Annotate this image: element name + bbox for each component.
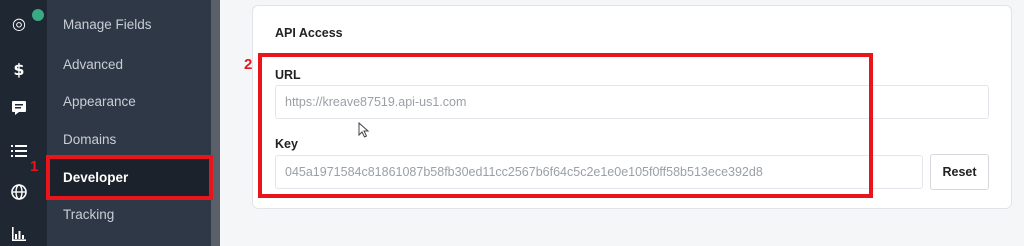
card-title: API Access bbox=[275, 26, 343, 40]
sidebar-item-domains[interactable]: Domains bbox=[47, 121, 211, 159]
chat-icon[interactable] bbox=[8, 97, 30, 119]
globe-icon[interactable] bbox=[8, 181, 30, 203]
bar-chart-icon[interactable] bbox=[8, 223, 30, 245]
dollar-icon[interactable]: $ bbox=[8, 58, 30, 80]
sidebar-item-appearance[interactable]: Appearance bbox=[47, 83, 211, 121]
status-dot-icon bbox=[30, 7, 46, 23]
annotation-marker-2: 2 bbox=[244, 56, 253, 73]
settings-sidebar: Manage Fields Advanced Appearance Domain… bbox=[47, 0, 211, 246]
sidebar-item-advanced[interactable]: Advanced bbox=[47, 46, 211, 84]
annotation-box-developer bbox=[46, 155, 213, 200]
target-icon[interactable]: ◎ bbox=[8, 12, 30, 34]
sidebar-scrollbar[interactable] bbox=[211, 0, 220, 246]
list-icon[interactable] bbox=[8, 140, 30, 162]
annotation-marker-1: 1 bbox=[30, 158, 39, 175]
annotation-box-api bbox=[258, 53, 873, 198]
sidebar-item-tracking[interactable]: Tracking bbox=[47, 196, 211, 234]
sidebar-item-manage-fields[interactable]: Manage Fields bbox=[47, 6, 211, 44]
reset-button[interactable]: Reset bbox=[930, 154, 989, 190]
icon-bar: ◎ $ bbox=[0, 0, 47, 246]
